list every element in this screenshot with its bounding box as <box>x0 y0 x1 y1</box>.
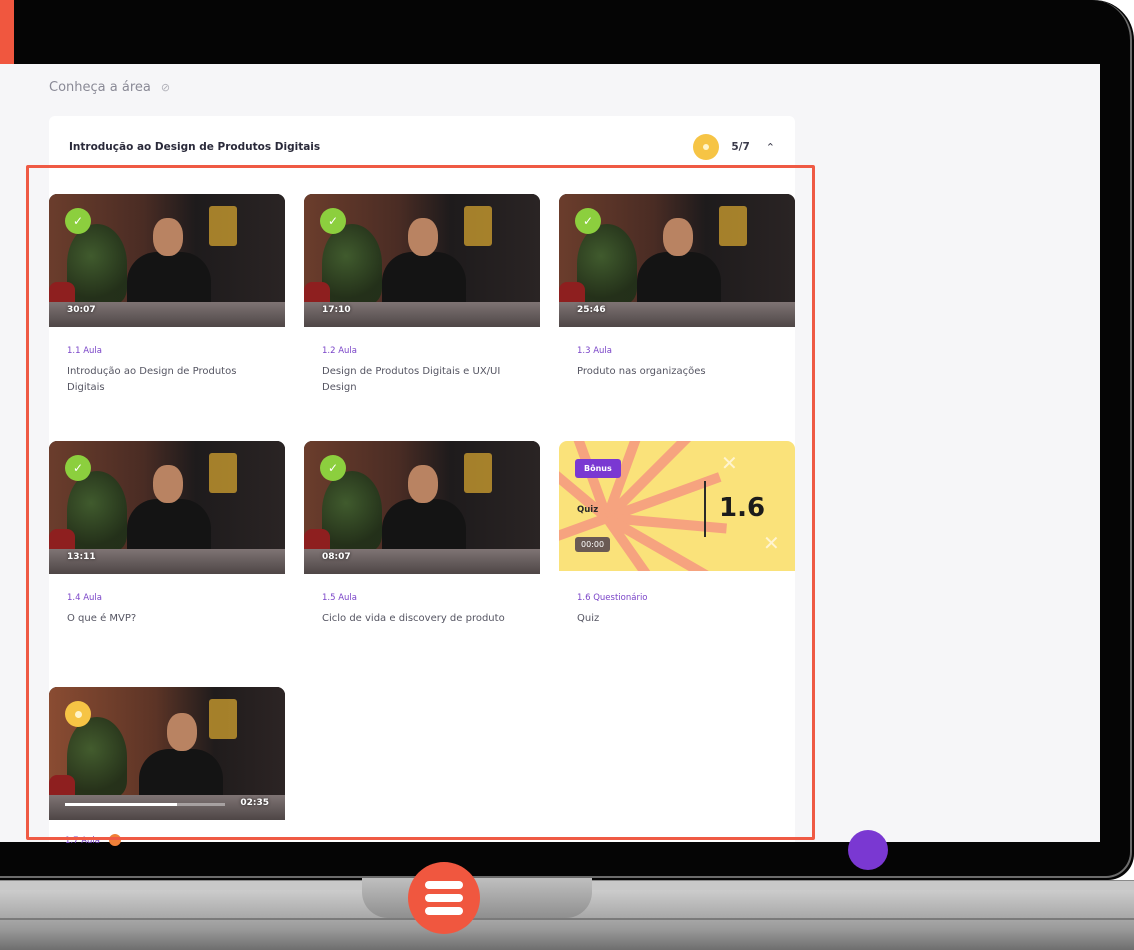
check-icon: ✓ <box>320 455 346 481</box>
laptop-frame: Conheça a área ⊘ Introdução ao Design de… <box>0 0 1134 950</box>
lesson-card[interactable]: ✓ 08:07 1.5 Aula Ciclo de vida e discove… <box>304 441 540 665</box>
lesson-thumbnail[interactable]: ✓ 13:11 <box>49 441 285 574</box>
laptop-foot <box>0 918 1134 920</box>
check-icon: ✓ <box>575 208 601 234</box>
lesson-title: Design de Produtos Digitais e UX/UI Desi… <box>322 366 501 393</box>
duration-label: 13:11 <box>67 552 96 562</box>
check-icon: ✓ <box>65 208 91 234</box>
quiz-label: Quiz <box>577 505 599 515</box>
duration-label: 00:00 <box>575 537 611 552</box>
duration-label: 02:35 <box>240 798 269 808</box>
duration-label: 25:46 <box>577 305 606 315</box>
quiz-thumbnail[interactable]: ✕ ✕ Bônus Quiz 00:00 1.6 <box>559 441 795 571</box>
lesson-card[interactable]: ✓ 30:07 1.1 Aula Introdução ao Design de… <box>49 194 285 418</box>
watch-progress-bar[interactable] <box>65 803 225 806</box>
lesson-title: Quiz <box>577 613 600 624</box>
lesson-title: O que é MVP? <box>67 613 137 624</box>
lesson-thumbnail[interactable]: ✓ 25:46 <box>559 194 795 327</box>
x-shape-icon: ✕ <box>763 531 780 555</box>
progress-indicator <box>693 134 720 160</box>
duration-label: 30:07 <box>67 305 96 315</box>
duration-label: 08:07 <box>322 552 351 562</box>
chevron-up-icon[interactable]: ⌃ <box>766 141 775 154</box>
lesson-card[interactable]: ✓ 25:46 1.3 Aula Produto nas organizaçõe… <box>559 194 795 418</box>
lesson-title: Introdução ao Design de Produtos Digitai… <box>67 366 237 393</box>
course-title: Introdução ao Design de Produtos Digitai… <box>69 141 321 153</box>
lesson-meta: 1.4 Aula <box>67 593 102 603</box>
screen: Conheça a área ⊘ Introdução ao Design de… <box>0 64 1100 842</box>
lesson-thumbnail[interactable]: 02:35 <box>49 687 285 820</box>
lesson-thumbnail[interactable]: ✓ 17:10 <box>304 194 540 327</box>
section-header: Conheça a área ⊘ <box>49 80 175 95</box>
lesson-title: Ciclo de vida e discovery de produto <box>322 613 505 624</box>
lesson-thumbnail[interactable]: ✓ 08:07 <box>304 441 540 574</box>
check-icon: ✓ <box>320 208 346 234</box>
lesson-card[interactable]: 02:35 <box>49 687 285 842</box>
course-header[interactable]: Introdução ao Design de Produtos Digitai… <box>69 132 775 162</box>
lesson-card[interactable]: ✓ 13:11 1.4 Aula O que é MVP? <box>49 441 285 665</box>
in-progress-icon <box>65 701 91 727</box>
brand-logo <box>408 862 480 934</box>
x-shape-icon: ✕ <box>721 451 738 475</box>
progress-count: 5/7 <box>731 141 750 153</box>
bonus-badge: Bônus <box>575 459 621 478</box>
lesson-meta: 1.3 Aula <box>577 346 612 356</box>
lesson-meta: 1.7 Aula <box>65 836 100 846</box>
lesson-meta: 1.2 Aula <box>322 346 357 356</box>
quiz-number: 1.6 <box>719 493 766 523</box>
lesson-title: Produto nas organizações <box>577 366 706 377</box>
lesson-meta: 1.5 Aula <box>322 593 357 603</box>
lesson-meta: 1.6 Questionário <box>577 593 648 603</box>
lesson-thumbnail[interactable]: ✓ 30:07 <box>49 194 285 327</box>
in-progress-dot <box>109 834 121 846</box>
lesson-card[interactable]: ✓ 17:10 1.2 Aula Design de Produtos Digi… <box>304 194 540 418</box>
chat-bubble-icon[interactable] <box>848 830 888 870</box>
eye-off-icon[interactable]: ⊘ <box>161 81 175 95</box>
duration-label: 17:10 <box>322 305 351 315</box>
check-icon: ✓ <box>65 455 91 481</box>
quiz-card[interactable]: ✕ ✕ Bônus Quiz 00:00 1.6 1.6 Questionári… <box>559 441 795 665</box>
section-title: Conheça a área <box>49 80 151 95</box>
lesson-meta: 1.1 Aula <box>67 346 102 356</box>
